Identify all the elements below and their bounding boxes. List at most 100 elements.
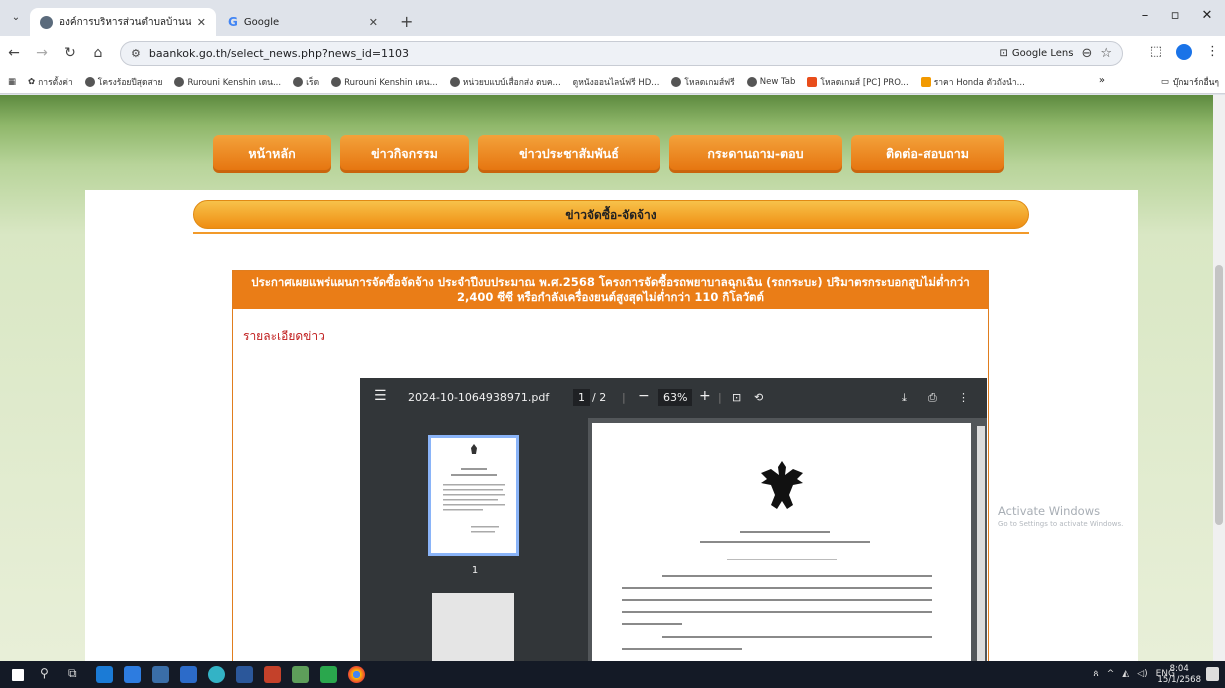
extensions-icon[interactable]: ⬚ [1150, 44, 1162, 60]
bookmark-item[interactable]: ดูหนังออนไลน์ฟรี HD... [573, 75, 660, 89]
start-windows-icon[interactable] [12, 669, 24, 681]
store-icon[interactable] [152, 666, 169, 683]
other-bookmarks-folder[interactable]: ▭ บุ๊กมาร์กอื่นๆ [1161, 75, 1219, 89]
print-icon[interactable]: ⎙ [928, 391, 937, 405]
nav-announcements[interactable]: ข่าวประชาสัมพันธ์ [478, 135, 660, 173]
site-info-icon[interactable]: ⚙ [131, 47, 141, 60]
site-favicon-icon [40, 15, 53, 29]
bookmark-label: หน่วยบแบบ์เสื่อกส่ง ตบค... [462, 77, 561, 88]
tab-title: องค์การบริหารส่วนตำบลบ้านนอก อ. [59, 16, 191, 28]
gear-icon: ✿ [28, 76, 36, 87]
page-thumbnail-2[interactable] [432, 593, 514, 661]
bookmark-item[interactable]: โหลดเกมส์ [PC] PRO... [807, 75, 909, 89]
bookmark-item[interactable]: Rurouni Kenshin เดน... [331, 75, 438, 89]
pdf-thumbnail-sidebar: 1 [360, 418, 588, 661]
bookmark-item[interactable]: หน่วยบแบบ์เสื่อกส่ง ตบค... [449, 75, 561, 89]
site-favicon-icon [920, 76, 931, 87]
bookmark-item[interactable]: เร็ด [293, 75, 319, 89]
globe-icon [174, 76, 185, 87]
new-tab-icon[interactable]: + [400, 12, 413, 31]
show-hidden-icons-icon[interactable]: ^ [1107, 669, 1115, 679]
pdf-viewer[interactable]: ☰ 2024-10-1064938971.pdf 1 / 2 | − 63% +… [360, 378, 987, 661]
volume-icon[interactable]: ◁) [1137, 669, 1147, 679]
download-icon[interactable]: ⤓ [902, 391, 907, 405]
photos-icon[interactable] [292, 666, 309, 683]
nav-activities[interactable]: ข่าวกิจกรรม [340, 135, 469, 173]
bookmark-label: เร็ด [306, 77, 320, 88]
word-icon[interactable] [236, 666, 253, 683]
bookmark-item[interactable]: โครงร้อยปีสุดสาย [84, 75, 162, 89]
browser-toolbar: ← → ↻ ⌂ ⚙ baankok.go.th/select_news.php?… [0, 36, 1225, 70]
close-tab-icon[interactable]: ✕ [369, 16, 378, 29]
apps-grid-icon[interactable]: ▦ [8, 77, 16, 87]
toolbar-separator: | [718, 391, 722, 404]
bookmark-label: โหลดเกมส์ฟรี [684, 77, 735, 88]
page-scrollbar[interactable] [1213, 95, 1225, 661]
zoom-in-icon[interactable]: + [699, 388, 711, 404]
mail-icon[interactable] [180, 666, 197, 683]
tab-strip: ⌄ องค์การบริหารส่วนตำบลบ้านนอก อ. ✕ G Go… [0, 0, 1225, 36]
news-detail-label: รายละเอียดข่าว [243, 329, 325, 343]
scrollbar-thumb[interactable] [1215, 265, 1223, 525]
pdf-zoom-input[interactable]: 63% [658, 389, 693, 406]
bookmarks-bar: ▦ ✿ การตั้งค่า โครงร้อยปีสุดสาย Rurouni K… [0, 70, 1225, 94]
nav-home[interactable]: หน้าหลัก [213, 135, 331, 173]
google-favicon-icon: G [228, 15, 238, 29]
bookmark-item[interactable]: New Tab [746, 76, 795, 87]
bookmark-item[interactable]: ราคา Honda ตัวถังนำ... [920, 75, 1025, 89]
people-icon[interactable]: ጰ [1093, 669, 1098, 679]
edge-icon[interactable] [208, 666, 225, 683]
minimize-icon[interactable]: – [1130, 8, 1160, 23]
bookmark-star-icon[interactable]: ☆ [1100, 46, 1112, 61]
globe-icon [293, 76, 304, 87]
zoom-out-icon[interactable]: − [638, 388, 650, 404]
search-icon[interactable]: ⚲ [40, 666, 57, 683]
address-bar[interactable]: ⚙ baankok.go.th/select_news.php?news_id=… [120, 41, 1123, 66]
line-app-icon[interactable] [320, 666, 337, 683]
network-icon[interactable]: ◭ [1122, 669, 1129, 679]
globe-icon [671, 76, 682, 87]
reload-icon[interactable]: ↻ [56, 45, 84, 61]
fit-page-icon[interactable]: ⊡ [732, 391, 741, 404]
bookmark-label: Rurouni Kenshin เดน... [187, 77, 282, 88]
google-lens-button[interactable]: ⊡ Google Lens [1000, 48, 1074, 59]
doc-text-line [727, 559, 837, 560]
lens-icon: ⊡ [999, 48, 1008, 59]
powerpoint-icon[interactable] [264, 666, 281, 683]
chrome-icon[interactable] [348, 666, 365, 683]
divider [193, 232, 1029, 234]
tab-google[interactable]: G Google ✕ [218, 8, 388, 36]
forward-icon[interactable]: → [28, 45, 56, 61]
more-options-icon[interactable]: ⋮ [958, 391, 969, 404]
pdf-scrollbar[interactable] [977, 426, 985, 661]
edge-legacy-icon[interactable] [96, 666, 113, 683]
close-tab-icon[interactable]: ✕ [197, 16, 206, 29]
notifications-icon[interactable] [1206, 667, 1219, 681]
task-view-icon[interactable]: ⧉ [68, 666, 85, 683]
tab-search-icon[interactable]: ⌄ [8, 10, 24, 26]
hamburger-menu-icon[interactable]: ☰ [374, 388, 387, 404]
menu-kebab-icon[interactable]: ⋮ [1206, 44, 1219, 60]
rotate-icon[interactable]: ⟲ [754, 391, 763, 404]
bookmarks-overflow-button[interactable]: » [1099, 75, 1105, 86]
zoom-icon[interactable]: ⊖ [1081, 46, 1092, 61]
bookmark-item[interactable]: Rurouni Kenshin เดน... [174, 75, 281, 89]
tab-baankok[interactable]: องค์การบริหารส่วนตำบลบ้านนอก อ. ✕ [30, 8, 216, 36]
page-thumbnail-1[interactable] [428, 435, 519, 556]
activate-windows-title: Activate Windows [998, 504, 1101, 518]
nav-contact[interactable]: ติดต่อ-สอบถาม [851, 135, 1004, 173]
nav-qa-board[interactable]: กระดานถาม-ตอบ [669, 135, 842, 173]
pdf-page-input[interactable]: 1 [573, 389, 590, 406]
bookmark-item[interactable]: ✿ การตั้งค่า [28, 75, 73, 89]
file-explorer-icon[interactable] [124, 666, 141, 683]
bookmark-item[interactable]: โหลดเกมส์ฟรี [671, 75, 735, 89]
close-window-icon[interactable]: ✕ [1192, 8, 1222, 23]
page-viewport: หน้าหลัก ข่าวกิจกรรม ข่าวประชาสัมพันธ์ ก… [0, 95, 1213, 661]
taskbar-clock[interactable]: 8:04 15/1/2568 [1157, 664, 1201, 686]
maximize-icon[interactable]: ▫ [1160, 8, 1190, 23]
bookmark-label: โหลดเกมส์ [PC] PRO... [820, 77, 909, 88]
back-icon[interactable]: ← [0, 45, 28, 61]
home-icon[interactable]: ⌂ [84, 45, 112, 61]
windows-taskbar: ⚲ ⧉ ጰ ^ ◭ ◁) ENG 8:04 15/1/2568 [0, 661, 1225, 688]
profile-avatar[interactable] [1176, 44, 1192, 60]
